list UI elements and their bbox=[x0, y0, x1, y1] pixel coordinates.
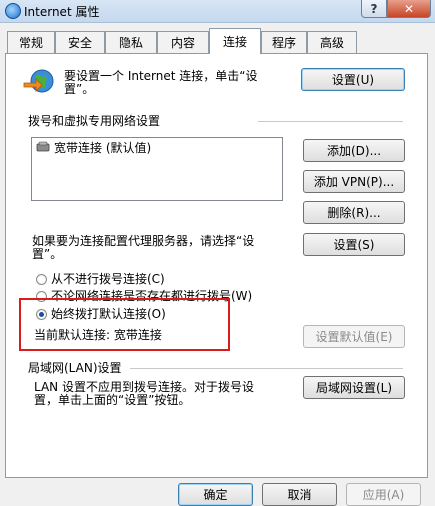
cancel-button[interactable]: 取消 bbox=[262, 483, 337, 506]
tab-privacy[interactable]: 隐私 bbox=[105, 31, 157, 53]
tab-programs[interactable]: 程序 bbox=[261, 31, 307, 53]
tab-content[interactable]: 内容 bbox=[157, 31, 209, 53]
list-item[interactable]: 宽带连接 (默认值) bbox=[54, 141, 151, 155]
radio-never-dial-label[interactable]: 从不进行拨号连接(C) bbox=[51, 272, 165, 286]
lan-description-line2: 置，单击上面的“设置”按钮。 bbox=[34, 393, 191, 407]
network-globe-icon bbox=[23, 69, 54, 93]
dialup-section-title: 拨号和虚拟专用网络设置 bbox=[28, 114, 161, 128]
apply-button[interactable]: 应用(A) bbox=[346, 483, 421, 506]
lan-section-title: 局域网(LAN)设置 bbox=[28, 361, 122, 375]
remove-button[interactable]: 删除(R)... bbox=[303, 201, 405, 224]
lan-separator bbox=[130, 368, 403, 369]
window-title: Internet 属性 bbox=[24, 5, 100, 19]
tab-security[interactable]: 安全 bbox=[55, 31, 105, 53]
internet-options-icon bbox=[5, 3, 21, 19]
tab-general[interactable]: 常规 bbox=[7, 31, 55, 53]
radio-never-dial[interactable] bbox=[36, 274, 47, 285]
proxy-description-line2: 置”。 bbox=[32, 247, 63, 261]
tab-connections[interactable]: 连接 bbox=[209, 28, 261, 54]
lan-settings-button[interactable]: 局域网设置(L) bbox=[303, 376, 405, 399]
add-vpn-button[interactable]: 添加 VPN(P)... bbox=[303, 170, 405, 193]
tab-advanced[interactable]: 高级 bbox=[307, 31, 357, 53]
help-button[interactable]: ? bbox=[361, 0, 387, 18]
lan-description-line1: LAN 设置不应用到拨号连接。对于拨号设 bbox=[34, 380, 254, 394]
ok-button[interactable]: 确定 bbox=[178, 483, 253, 506]
set-default-button[interactable]: 设置默认值(E) bbox=[303, 325, 405, 348]
proxy-settings-button[interactable]: 设置(S) bbox=[303, 233, 405, 256]
dialup-connection-icon bbox=[36, 141, 50, 152]
proxy-description-line1: 如果要为连接配置代理服务器，请选择“设 bbox=[32, 234, 255, 248]
dialup-separator bbox=[258, 121, 403, 122]
add-button[interactable]: 添加(D)... bbox=[303, 139, 405, 162]
setup-button[interactable]: 设置(U) bbox=[301, 68, 405, 91]
highlight-annotation bbox=[19, 298, 230, 351]
setup-description-line1: 要设置一个 Internet 连接，单击“设 bbox=[64, 69, 258, 83]
close-button[interactable]: ✕ bbox=[387, 0, 431, 18]
setup-description-line2: 置”。 bbox=[64, 82, 95, 96]
